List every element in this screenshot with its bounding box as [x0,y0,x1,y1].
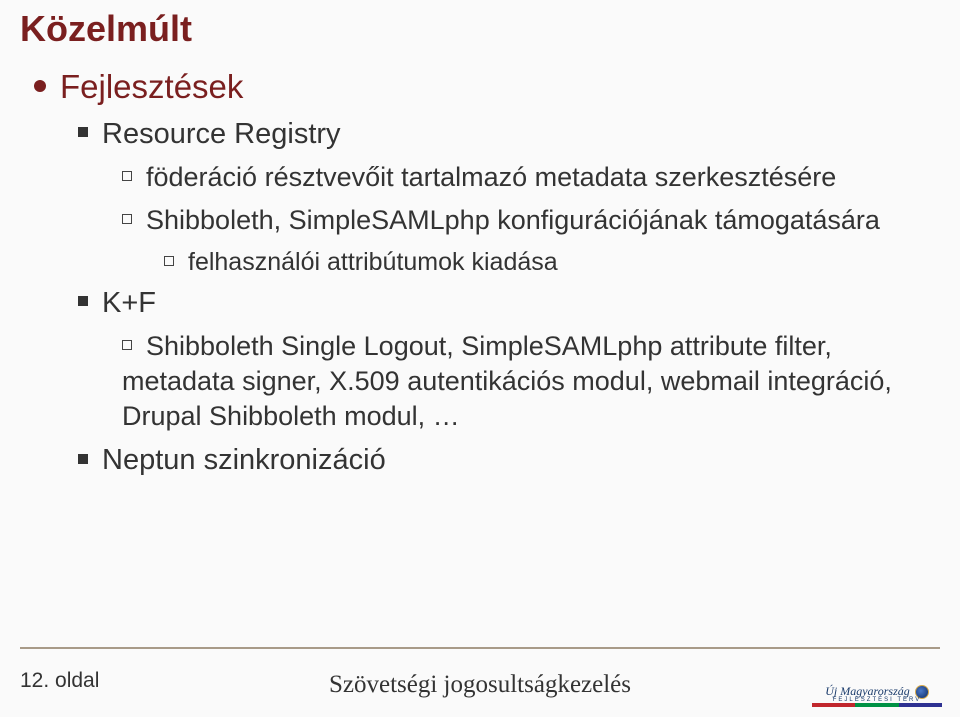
bullet-lvl2: K+F [78,285,940,321]
footer-divider [20,647,940,649]
footer: 12. oldal Szövetségi jogosultságkezelés … [0,647,960,717]
slide-content: Fejlesztések Resource Registry föderáció… [20,68,940,479]
bullet-lvl2: Neptun szinkronizáció [78,442,940,478]
slide: Közelmúlt Fejlesztések Resource Registry… [0,0,960,717]
bullet-text: felhasználói attribútumok kiadása [188,248,558,276]
square-icon [78,127,88,137]
bullet-text: Shibboleth, SimpleSAMLphp konfigurációjá… [146,205,880,235]
bullet-lvl3: föderáció résztvevőit tartalmazó metadat… [122,160,940,195]
bullet-lvl3: Shibboleth, SimpleSAMLphp konfigurációjá… [122,203,940,238]
bullet-lvl3: Shibboleth Single Logout, SimpleSAMLphp … [122,329,940,434]
bullet-text: Fejlesztések [60,68,243,105]
square-icon [78,296,88,306]
slide-title: Közelmúlt [20,8,940,50]
open-square-icon [164,256,174,266]
logo-title-text: Új Magyarország [825,684,910,698]
bullet-text: K+F [102,287,156,319]
disc-icon [34,80,46,92]
bullet-lvl1: Fejlesztések [34,68,940,106]
open-square-icon [122,171,132,181]
square-icon [78,454,88,464]
open-square-icon [122,214,132,224]
open-square-icon [122,340,132,350]
bullet-text: Neptun szinkronizáció [102,444,386,476]
bullet-text: Resource Registry [102,118,341,150]
tricolor-bar-icon [812,703,942,707]
bullet-lvl2: Resource Registry [78,116,940,152]
bullet-text: Shibboleth Single Logout, SimpleSAMLphp … [122,331,892,431]
bullet-lvl4: felhasználói attribútumok kiadása [164,246,940,279]
logo: Új Magyarország FEJLESZTÉSI TERV [812,684,942,707]
bullet-text: föderáció résztvevőit tartalmazó metadat… [146,162,836,192]
